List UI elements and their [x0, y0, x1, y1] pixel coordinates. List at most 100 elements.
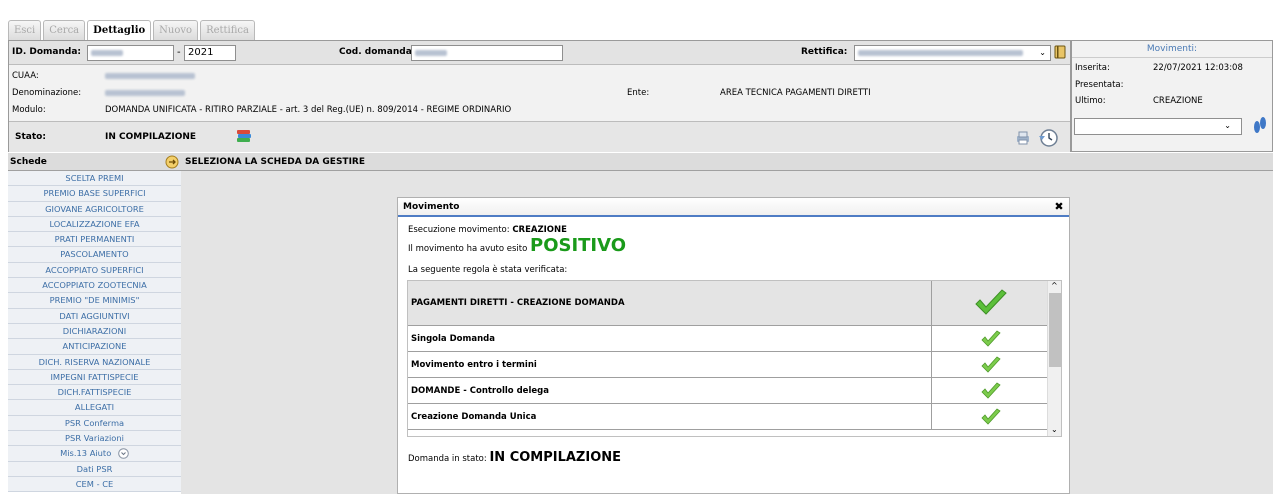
sidebar-item-anticipazione[interactable]: ANTICIPAZIONE — [8, 339, 181, 355]
id-separator: - — [177, 47, 181, 58]
cod-domanda-input[interactable] — [411, 45, 563, 61]
check-icon — [981, 355, 1001, 373]
movimenti-select[interactable]: ⌄ — [1074, 118, 1242, 135]
dialog-title: Movimento — [403, 202, 460, 212]
sidebar-item-accoppiato-zootecnia[interactable]: ACCOPPIATO ZOOTECNIA — [8, 278, 181, 294]
scroll-down-icon[interactable]: ⌄ — [1051, 425, 1058, 434]
books-icon[interactable] — [235, 127, 253, 145]
table-row: Movimento entro i termini — [408, 352, 1049, 378]
check-icon — [981, 407, 1001, 425]
sidebar-item-localizzazione-efa[interactable]: LOCALIZZAZIONE EFA — [8, 216, 181, 233]
rettifica-label: Rettifica: — [801, 47, 848, 57]
rule-status — [933, 326, 1049, 351]
printer-icon[interactable] — [1015, 131, 1031, 145]
sidebar-item-dati-aggiuntivi[interactable]: DATI AGGIUNTIVI — [8, 308, 181, 324]
schede-header: Schede — [8, 153, 181, 171]
esecuzione-line: Esecuzione movimento: CREAZIONE — [408, 225, 567, 235]
modulo-value: DOMANDA UNIFICATA - RITIRO PARZIALE - ar… — [105, 105, 512, 115]
esecuzione-value: CREAZIONE — [512, 225, 567, 235]
sidebar-item-accoppiato-superfici[interactable]: ACCOPPIATO SUPERFICI — [8, 262, 181, 279]
sidebar-item-prati-permanenti[interactable]: PRATI PERMANENTI — [8, 232, 181, 248]
table-row: PAGAMENTI DIRETTI - CREAZIONE DOMANDA — [408, 281, 1049, 326]
scroll-up-icon[interactable]: ^ — [1051, 281, 1058, 290]
esito-line: Il movimento ha avuto esito POSITIVO — [408, 235, 626, 256]
id-domanda-label: ID. Domanda: — [12, 47, 81, 57]
regola-text: La seguente regola è stata verificata: — [408, 265, 568, 275]
check-icon — [975, 289, 1007, 315]
sidebar-item-psr-conferma[interactable]: PSR Conferma — [8, 415, 181, 432]
tab-esci[interactable]: Esci — [8, 20, 42, 40]
main-header: SELEZIONA LA SCHEDA DA GESTIRE — [181, 153, 1273, 171]
rule-name: Creazione Domanda Unica — [408, 404, 932, 429]
close-icon[interactable]: ✖ — [1053, 201, 1065, 213]
check-icon — [981, 329, 1001, 347]
rules-table: PAGAMENTI DIRETTI - CREAZIONE DOMANDA Si… — [407, 280, 1062, 437]
rule-status — [933, 352, 1049, 377]
ultimo-value: CREAZIONE — [1153, 96, 1203, 106]
schede-sidebar: Schede SCELTA PREMI PREMIO BASE SUPERFIC… — [8, 153, 181, 494]
stato-label: Stato: — [15, 132, 46, 142]
movimento-dialog: Movimento ✖ Esecuzione movimento: CREAZI… — [397, 197, 1070, 494]
tab-rettifica[interactable]: Rettifica — [200, 20, 255, 40]
denominazione-value — [105, 88, 185, 98]
sidebar-item-cem-ce[interactable]: CEM - CE — [8, 476, 181, 493]
header-id-row: ID. Domanda: - 2021 Cod. domanda: Rettif… — [9, 41, 1070, 65]
stato-row: Stato: IN COMPILAZIONE — [9, 121, 1070, 152]
sidebar-item-mis13-aiuto[interactable]: Mis.13 Aiuto — [8, 446, 181, 462]
ente-label: Ente: — [627, 88, 650, 98]
id-domanda-input[interactable] — [87, 45, 174, 61]
rule-status — [933, 281, 1049, 325]
history-icon[interactable] — [1037, 127, 1059, 149]
tab-dettaglio[interactable]: Dettaglio — [87, 20, 152, 41]
cuaa-label: CUAA: — [12, 71, 39, 81]
movimenti-panel: Movimenti: Inserita: 22/07/2021 12:03:08… — [1071, 40, 1273, 152]
year-input[interactable]: 2021 — [184, 45, 236, 61]
rules-scrollbar[interactable]: ^ ⌄ — [1047, 281, 1061, 436]
stato-value: IN COMPILAZIONE — [105, 132, 197, 142]
inserita-value: 22/07/2021 12:03:08 — [1153, 63, 1243, 73]
top-tabs: Esci Cerca Dettaglio Nuovo Rettifica — [8, 20, 255, 41]
inserita-label: Inserita: — [1075, 63, 1110, 73]
check-icon — [981, 381, 1001, 399]
domanda-stato-value: IN COMPILAZIONE — [489, 450, 622, 465]
ente-value: AREA TECNICA PAGAMENTI DIRETTI — [720, 88, 871, 98]
rule-status — [933, 378, 1049, 403]
sidebar-item-psr-variazioni[interactable]: PSR Variazioni — [8, 431, 181, 447]
esito-label: Il movimento ha avuto esito — [408, 244, 530, 254]
domanda-stato-line: Domanda in stato: IN COMPILAZIONE — [408, 450, 621, 465]
esito-value: POSITIVO — [530, 235, 627, 256]
sidebar-item-dati-psr[interactable]: Dati PSR — [8, 461, 181, 477]
sidebar-item-scelta-premi[interactable]: SCELTA PREMI — [8, 171, 181, 187]
expand-icon[interactable] — [118, 448, 129, 460]
sidebar-item-label: Mis.13 Aiuto — [60, 448, 112, 459]
rule-name: DOMANDE - Controllo delega — [408, 378, 932, 403]
sidebar-item-premio-de-minimis[interactable]: PREMIO "DE MINIMIS" — [8, 293, 181, 309]
sidebar-item-dichiarazioni[interactable]: DICHIARAZIONI — [8, 323, 181, 340]
sidebar-item-dich-fattispecie[interactable]: DICH.FATTISPECIE — [8, 385, 181, 401]
rule-name: Singola Domanda — [408, 326, 932, 351]
feet-icon[interactable] — [1252, 115, 1268, 135]
rule-name: Movimento entro i termini — [408, 352, 932, 377]
sidebar-item-premio-base-superfici[interactable]: PREMIO BASE SUPERFICI — [8, 186, 181, 202]
scroll-thumb[interactable] — [1049, 293, 1061, 367]
table-row: DOMANDE - Controllo delega — [408, 378, 1049, 404]
movimenti-title: Movimenti: — [1072, 41, 1272, 58]
cuaa-value — [105, 71, 195, 81]
chevron-down-icon: ⌄ — [1224, 121, 1231, 130]
sidebar-item-giovane-agricoltore[interactable]: GIOVANE AGRICOLTORE — [8, 201, 181, 217]
sidebar-item-dich-riserva-nazionale[interactable]: DICH. RISERVA NAZIONALE — [8, 354, 181, 370]
cod-domanda-label: Cod. domanda: — [339, 47, 416, 57]
sidebar-item-impegni-fattispecie[interactable]: IMPEGNI FATTISPECIE — [8, 369, 181, 386]
esecuzione-label: Esecuzione movimento: — [408, 225, 513, 235]
sidebar-item-allegati[interactable]: ALLEGATI — [8, 400, 181, 416]
ultimo-label: Ultimo: — [1075, 96, 1106, 106]
book-icon[interactable] — [1054, 45, 1067, 59]
sidebar-item-pascolamento[interactable]: PASCOLAMENTO — [8, 247, 181, 263]
rettifica-select[interactable]: ⌄ — [854, 45, 1051, 61]
table-row: Singola Domanda — [408, 326, 1049, 352]
dialog-title-bar: Movimento ✖ — [398, 198, 1069, 217]
tab-nuovo[interactable]: Nuovo — [153, 20, 199, 40]
tab-cerca[interactable]: Cerca — [43, 20, 86, 40]
rule-name: PAGAMENTI DIRETTI - CREAZIONE DOMANDA — [408, 281, 932, 325]
toggle-arrow-icon[interactable] — [165, 155, 179, 169]
